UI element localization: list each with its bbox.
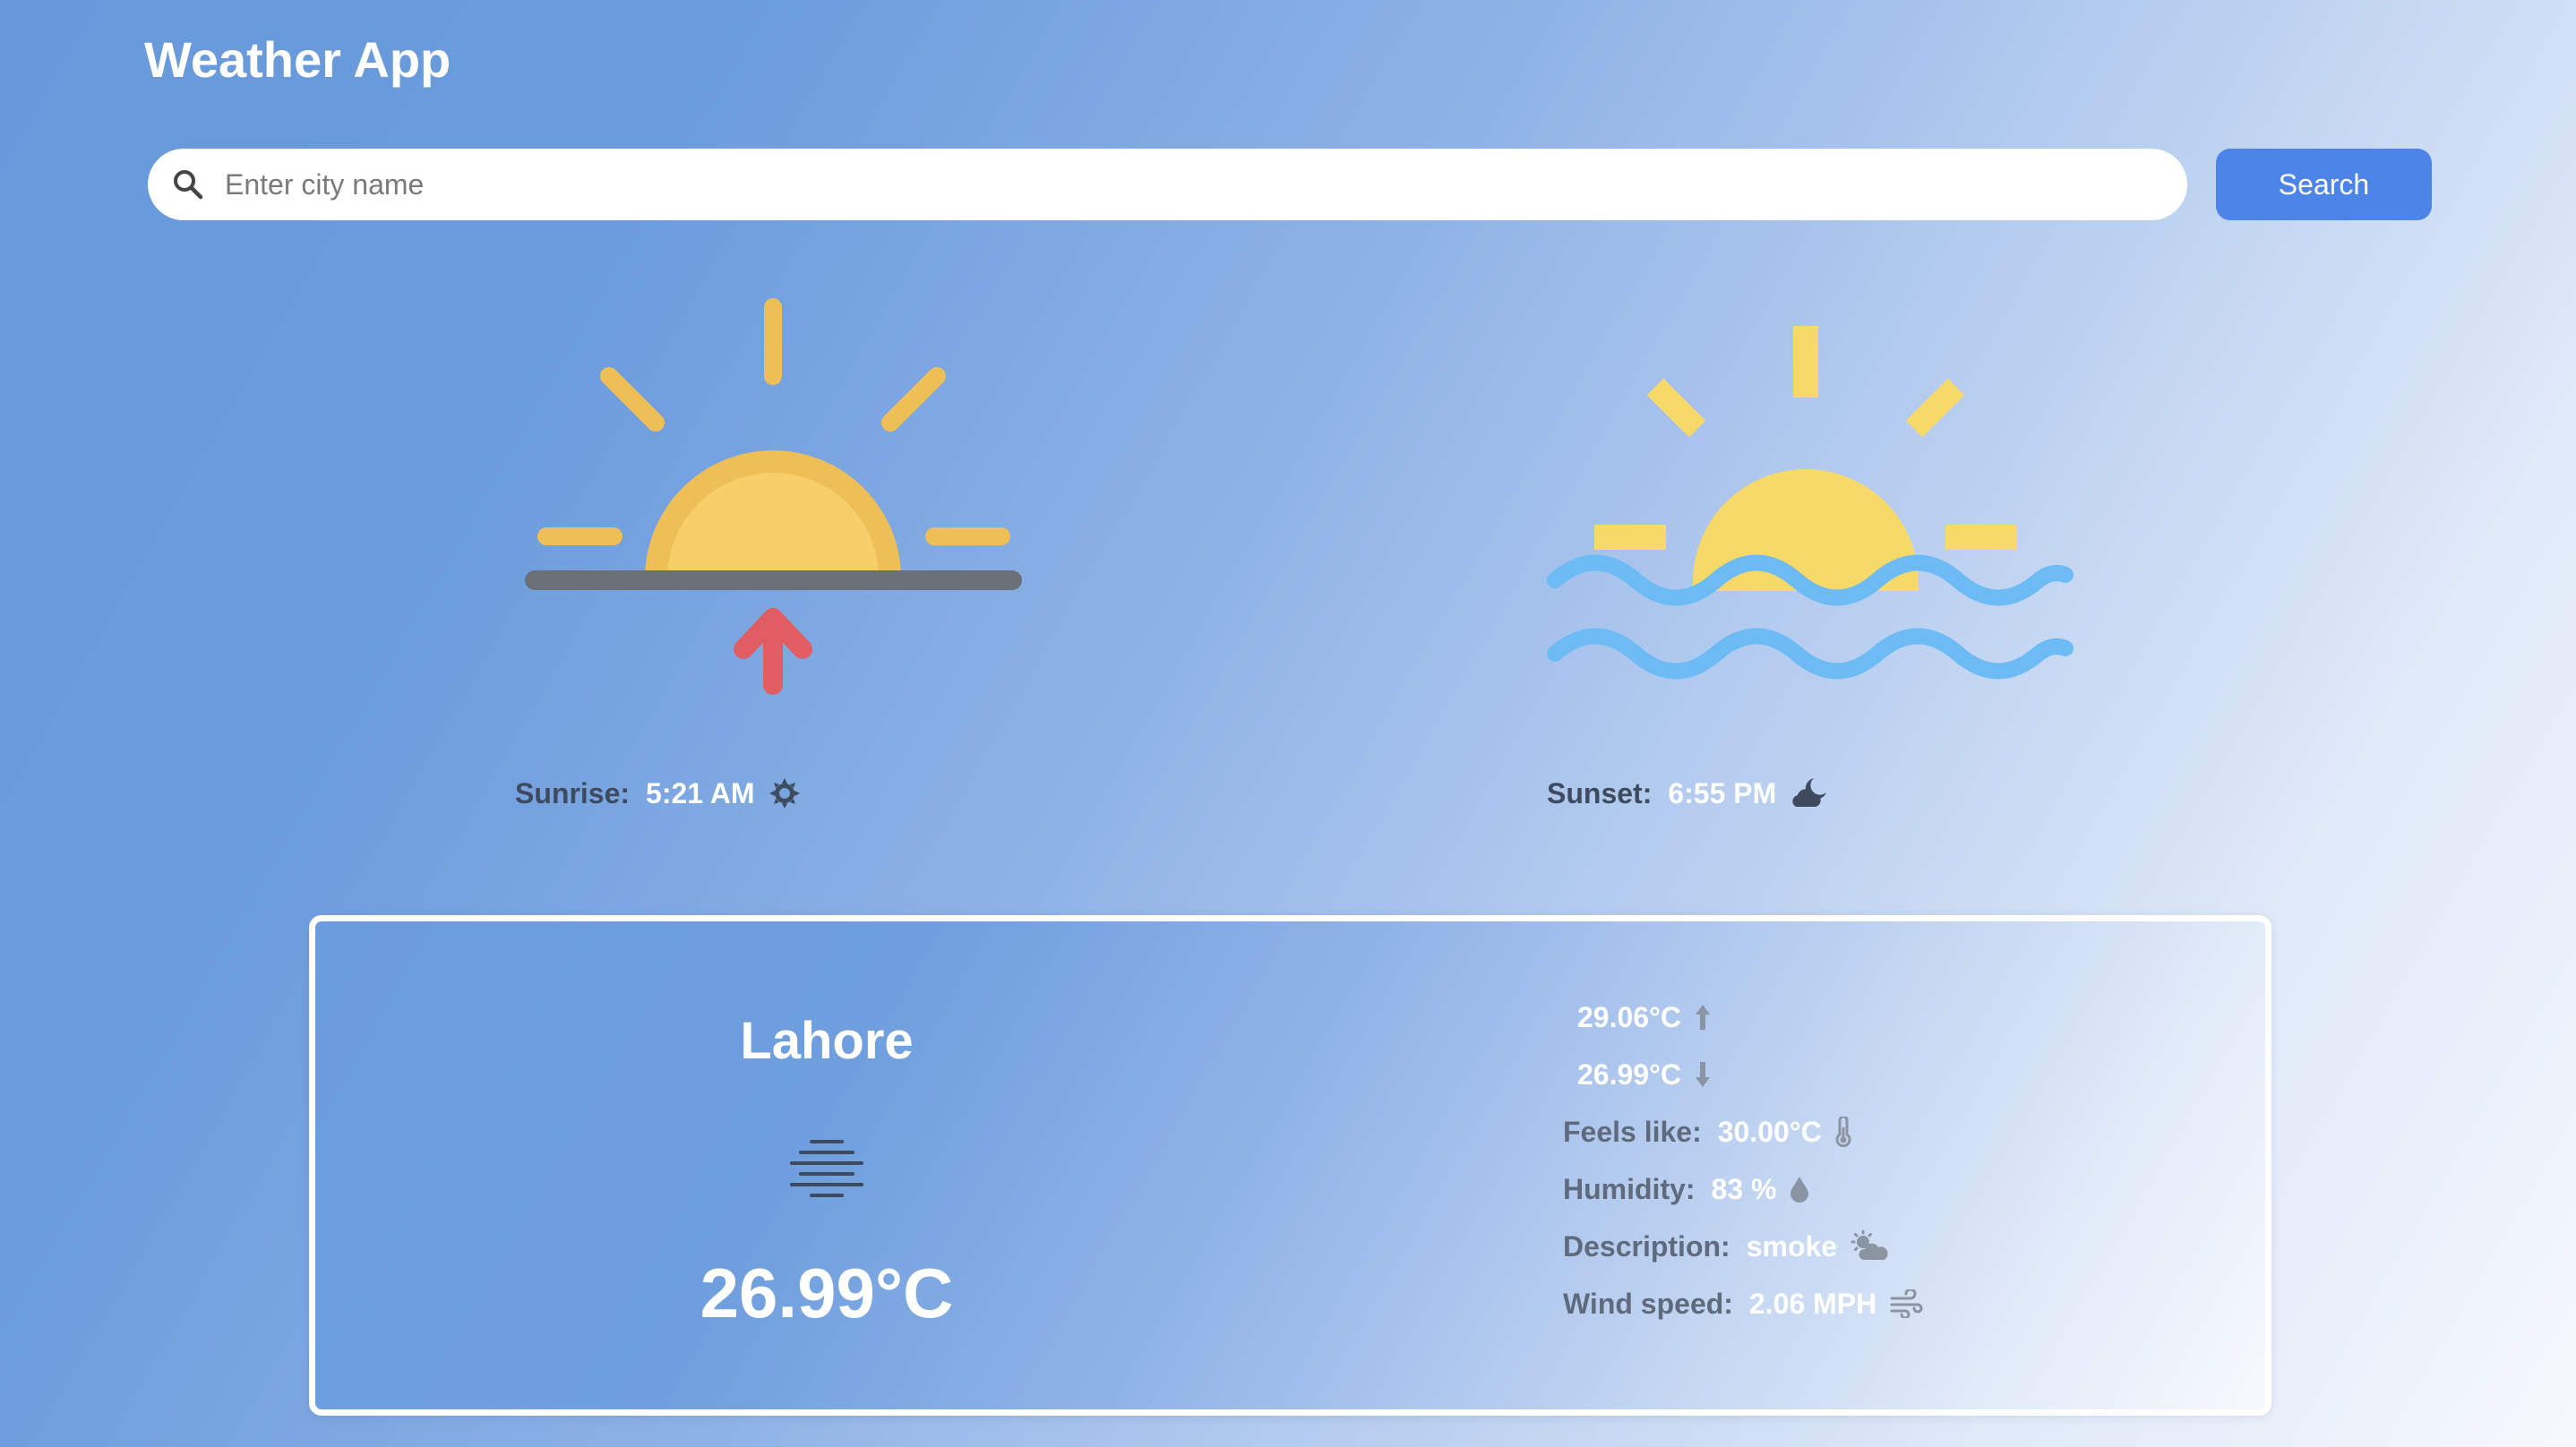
feels-like-row: Feels like: 30.00°C: [1563, 1103, 1923, 1160]
fog-icon: [790, 1140, 863, 1197]
sunset-illustration-icon: [1547, 326, 2074, 680]
humidity-label: Humidity:: [1563, 1172, 1696, 1205]
sun-icon: [769, 778, 800, 809]
humidity-row: Humidity: 83 %: [1563, 1160, 1923, 1218]
min-temp-row: 26.99°C: [1563, 1046, 1923, 1103]
wind-icon: [1889, 1289, 1923, 1318]
city-name: Lahore: [740, 1012, 914, 1070]
description-row: Description: smoke: [1563, 1218, 1923, 1275]
feels-like-value: 30.00°C: [1717, 1115, 1822, 1148]
wind-speed-label: Wind speed:: [1563, 1287, 1733, 1320]
city-search-input[interactable]: [223, 152, 2187, 217]
search-icon: [171, 167, 205, 201]
max-temp-value: 29.06°C: [1577, 1000, 1681, 1033]
min-temp-value: 26.99°C: [1577, 1057, 1681, 1091]
sunrise-value: 5:21 AM: [646, 776, 755, 809]
current-temperature: 26.99°C: [700, 1254, 954, 1332]
sunset-value: 6:55 PM: [1668, 776, 1777, 809]
feels-like-label: Feels like:: [1563, 1115, 1702, 1148]
description-label: Description:: [1563, 1229, 1730, 1263]
description-value: smoke: [1746, 1229, 1838, 1263]
search-bar: [148, 149, 2187, 220]
search-button[interactable]: Search: [2216, 149, 2432, 220]
wind-speed-row: Wind speed: 2.06 MPH: [1563, 1275, 1923, 1332]
sunrise-illustration-icon: [525, 298, 1022, 695]
sun-cloud-icon: [1850, 1230, 1889, 1263]
sunset-label: Sunset:: [1547, 776, 1653, 809]
water-drop-icon: [1789, 1175, 1810, 1203]
sunset-time: Sunset: 6:55 PM: [1547, 772, 1828, 815]
weather-details: 29.06°C 26.99°C Feels like: 30.00°C Humi…: [1563, 989, 1923, 1332]
wind-speed-value: 2.06 MPH: [1748, 1287, 1877, 1320]
sunrise-label: Sunrise:: [515, 776, 631, 809]
sunrise-time: Sunrise: 5:21 AM: [515, 772, 800, 815]
arrow-down-icon: [1694, 1060, 1712, 1089]
max-temp-row: 29.06°C: [1563, 989, 1923, 1046]
app-title: Weather App: [144, 31, 451, 88]
arrow-up-icon: [1694, 1003, 1712, 1032]
thermometer-icon: [1834, 1117, 1852, 1147]
humidity-value: 83 %: [1711, 1172, 1777, 1205]
cloud-moon-icon: [1790, 776, 1828, 810]
weather-card: Lahore 26.99°C 29.06°C 26.99°C Feels lik…: [309, 915, 2271, 1416]
